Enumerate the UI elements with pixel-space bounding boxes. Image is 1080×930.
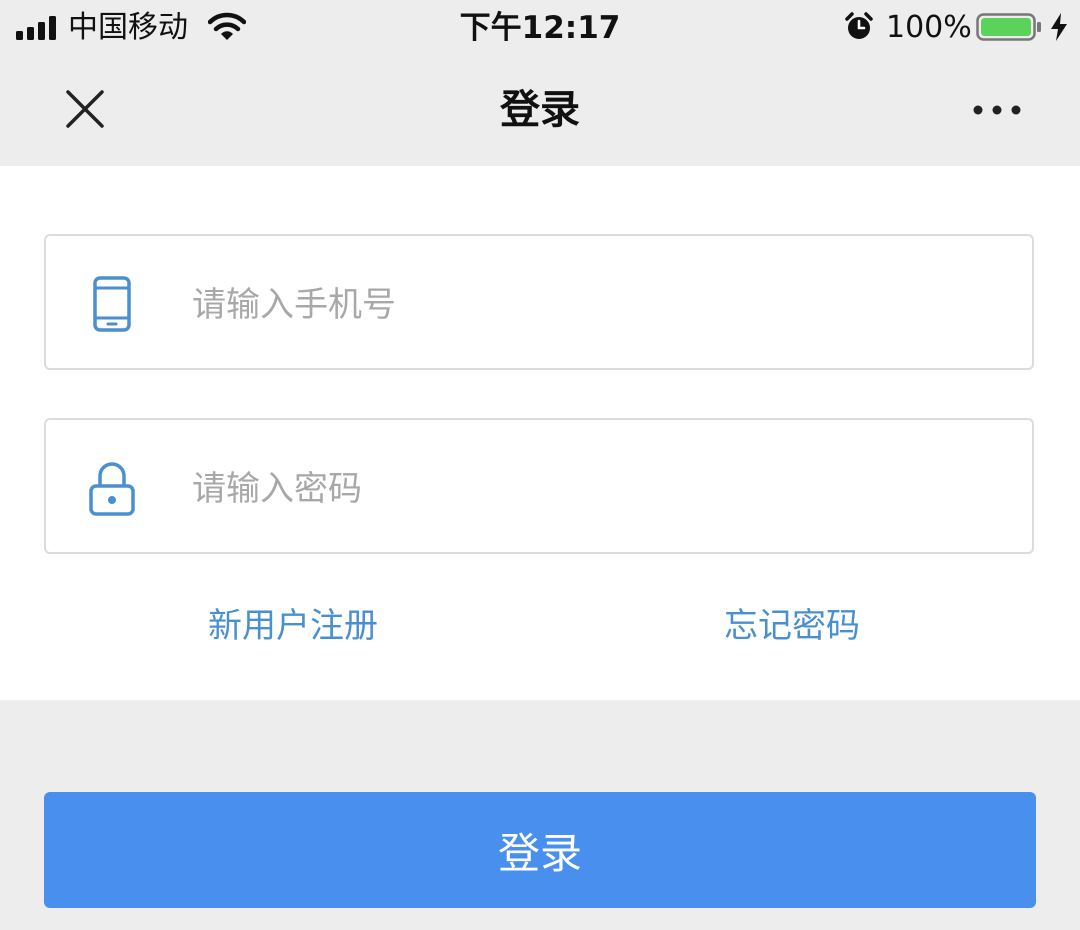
battery-icon bbox=[976, 13, 1041, 41]
wifi-icon bbox=[208, 12, 246, 40]
lock-icon bbox=[89, 462, 135, 516]
more-dots-icon bbox=[973, 105, 1021, 115]
login-form: 新用户注册 忘记密码 bbox=[0, 166, 1080, 700]
cellular-signal-icon bbox=[16, 16, 56, 40]
alarm-icon bbox=[845, 12, 873, 39]
close-icon bbox=[66, 90, 104, 128]
close-button[interactable] bbox=[58, 82, 112, 136]
status-bar: 中国移动 下午12:17 100% bbox=[0, 0, 1080, 56]
phone-input[interactable] bbox=[190, 266, 994, 344]
more-options-button[interactable] bbox=[964, 86, 1030, 134]
password-field[interactable] bbox=[44, 418, 1034, 554]
password-input[interactable] bbox=[190, 450, 994, 528]
carrier-name: 中国移动 bbox=[68, 10, 188, 45]
phone-field[interactable] bbox=[44, 234, 1034, 370]
battery-percent: 100% bbox=[886, 10, 972, 45]
charging-bolt-icon bbox=[1051, 13, 1067, 41]
page-title: 登录 bbox=[500, 87, 580, 133]
register-link[interactable]: 新用户注册 bbox=[208, 598, 378, 654]
forgot-password-link[interactable]: 忘记密码 bbox=[724, 598, 860, 654]
navigation-bar: 登录 bbox=[0, 56, 1080, 166]
phone-icon bbox=[93, 276, 131, 332]
login-button[interactable]: 登录 bbox=[44, 792, 1036, 908]
